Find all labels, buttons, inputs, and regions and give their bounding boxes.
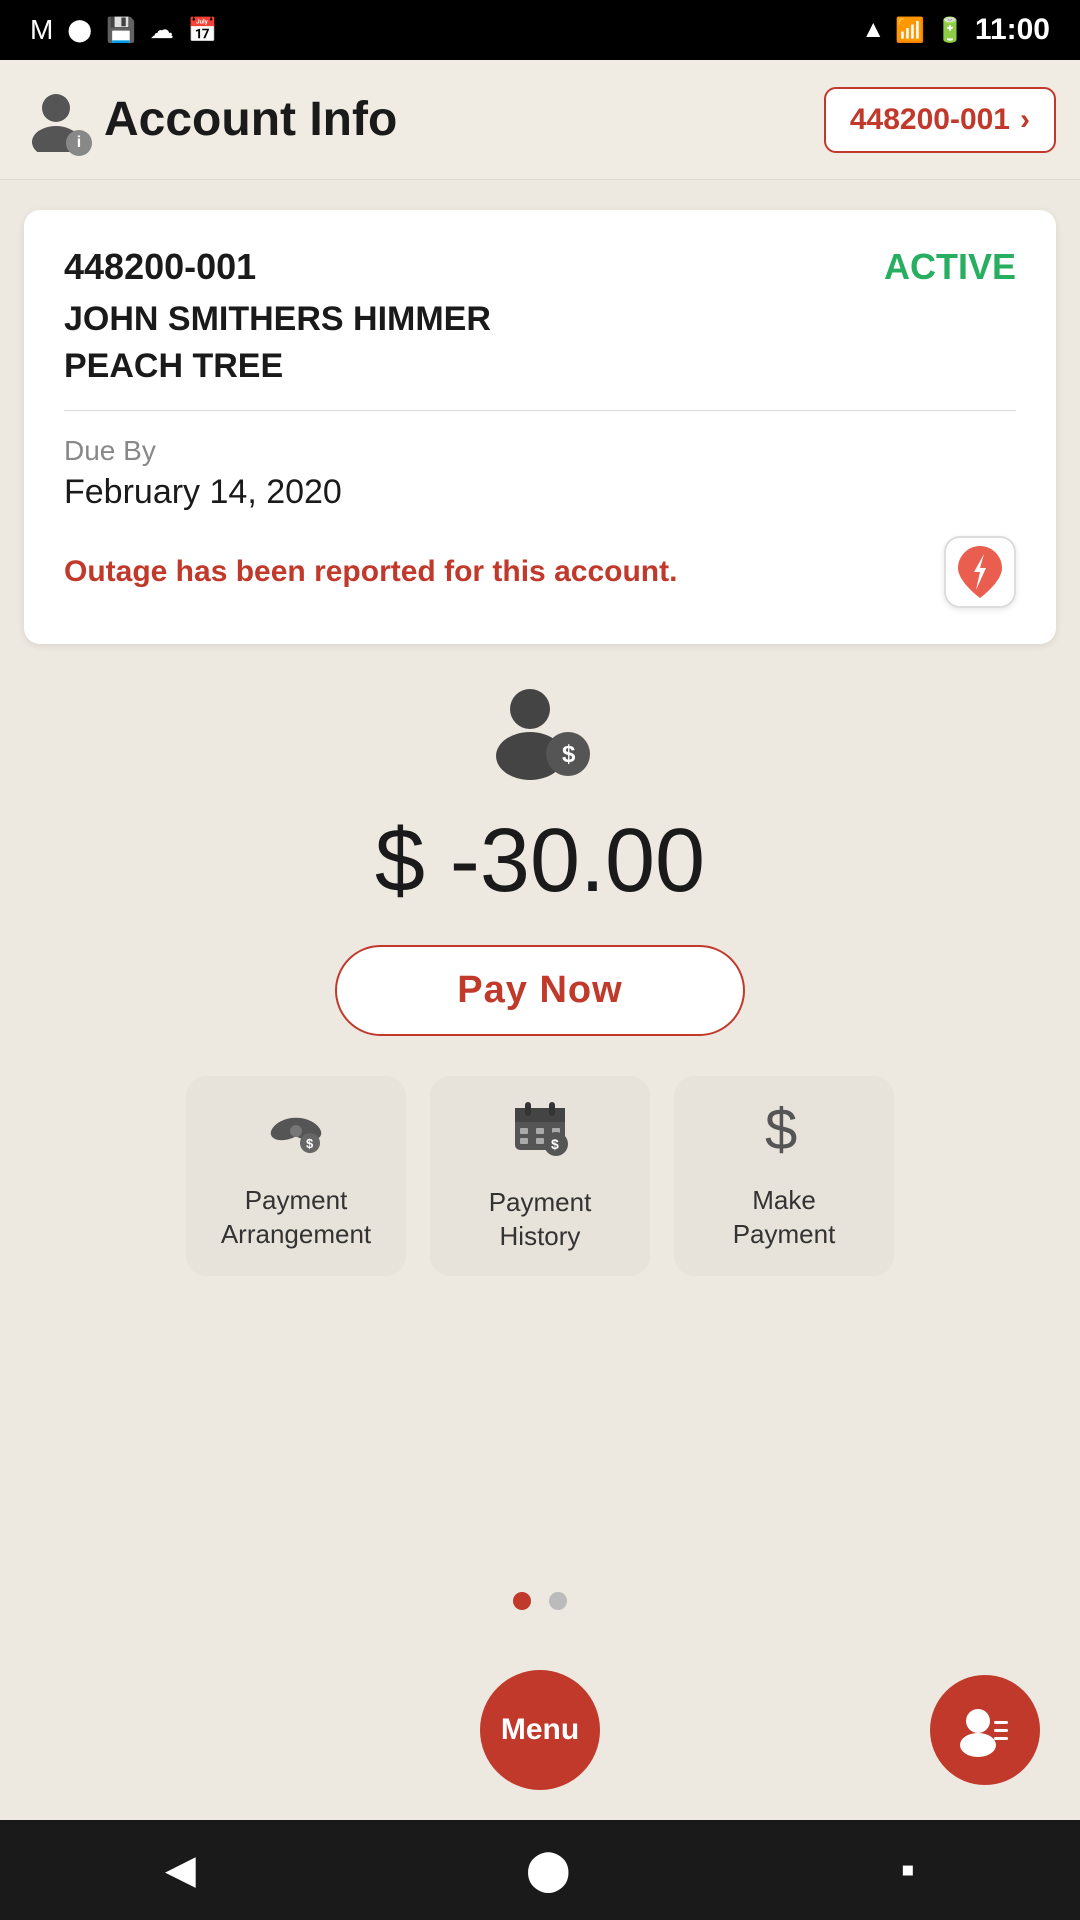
pay-now-button[interactable]: Pay Now xyxy=(335,945,744,1036)
page-dot-2 xyxy=(549,1592,567,1610)
account-number-header: 448200-001 xyxy=(850,103,1010,137)
calendar-svg: $ xyxy=(510,1098,570,1158)
main-content: 448200-001 ACTIVE JOHN SMITHERS HIMMER P… xyxy=(0,180,1080,1640)
due-by-date: February 14, 2020 xyxy=(64,473,1016,512)
pay-now-label: Pay Now xyxy=(457,969,622,1011)
status-right: ▲ 📶 🔋 11:00 xyxy=(861,13,1050,47)
page-title: Account Info xyxy=(104,92,397,147)
svg-text:$: $ xyxy=(562,741,576,768)
chevron-right-icon: › xyxy=(1020,103,1030,137)
payment-arrangement-button[interactable]: $ PaymentArrangement xyxy=(186,1076,406,1276)
account-selector-button[interactable]: 448200-001 › xyxy=(824,87,1056,153)
outage-pin-icon xyxy=(958,546,1002,598)
dollar-sign-icon: $ xyxy=(757,1101,812,1168)
action-buttons-row: $ PaymentArrangement xyxy=(186,1076,894,1276)
status-bar: M ⬤ 💾 ☁ 📅 ▲ 📶 🔋 11:00 xyxy=(0,0,1080,60)
make-payment-button[interactable]: $ MakePayment xyxy=(674,1076,894,1276)
status-icons-left: M ⬤ 💾 ☁ 📅 xyxy=(30,14,218,46)
svg-text:$: $ xyxy=(551,1136,559,1152)
header: i Account Info 448200-001 › xyxy=(0,60,1080,180)
gmail-icon: M xyxy=(30,14,53,46)
account-location: PEACH TREE xyxy=(64,347,1016,411)
outage-report-button[interactable] xyxy=(944,536,1016,608)
account-card-header: 448200-001 ACTIVE xyxy=(64,246,1016,288)
calendar-dollar-icon: $ xyxy=(510,1098,570,1170)
header-left: i Account Info xyxy=(24,88,397,152)
signal-icon: 📶 xyxy=(895,16,925,45)
time-display: 11:00 xyxy=(975,13,1050,47)
bottom-action-area: Menu xyxy=(0,1640,1080,1820)
menu-button[interactable]: Menu xyxy=(480,1670,600,1790)
record-icon: ⬤ xyxy=(67,17,92,43)
home-nav-icon[interactable]: ⬤ xyxy=(526,1847,571,1893)
due-by-label: Due By xyxy=(64,435,1016,467)
handshake-icon: $ xyxy=(266,1101,326,1168)
outage-message: Outage has been reported for this accoun… xyxy=(64,555,944,589)
page-dots xyxy=(513,1592,567,1610)
payment-history-button[interactable]: $ PaymentHistory xyxy=(430,1076,650,1276)
outage-row: Outage has been reported for this accoun… xyxy=(64,536,1016,608)
account-card: 448200-001 ACTIVE JOHN SMITHERS HIMMER P… xyxy=(24,210,1056,644)
info-badge: i xyxy=(66,130,92,156)
payment-history-label: PaymentHistory xyxy=(489,1186,592,1254)
page-dot-1 xyxy=(513,1592,531,1610)
handshake-svg: $ xyxy=(266,1101,326,1156)
contact-icon xyxy=(958,1703,1012,1757)
account-status: ACTIVE xyxy=(884,246,1016,288)
contact-button[interactable] xyxy=(930,1675,1040,1785)
cloud-icon: ☁ xyxy=(150,16,174,45)
customer-name: JOHN SMITHERS HIMMER xyxy=(64,300,1016,339)
balance-amount: $ -30.00 xyxy=(375,810,705,913)
svg-text:$: $ xyxy=(306,1136,314,1151)
make-payment-label: MakePayment xyxy=(733,1184,836,1252)
recent-nav-icon[interactable]: ▪ xyxy=(901,1848,915,1893)
bottom-nav: ◀ ⬤ ▪ xyxy=(0,1820,1080,1920)
wifi-icon: ▲ xyxy=(861,16,885,44)
dollar-svg: $ xyxy=(757,1101,812,1156)
back-nav-icon[interactable]: ◀ xyxy=(165,1847,196,1893)
account-number-card: 448200-001 xyxy=(64,246,256,288)
calendar-status-icon: 📅 xyxy=(188,16,218,45)
svg-text:$: $ xyxy=(765,1101,797,1156)
account-avatar: i xyxy=(24,88,88,152)
menu-label: Menu xyxy=(501,1713,579,1747)
save-icon: 💾 xyxy=(106,16,136,45)
balance-icon-container: $ xyxy=(480,684,600,794)
battery-icon: 🔋 xyxy=(935,16,965,45)
balance-person-icon: $ xyxy=(480,684,600,794)
balance-section: $ $ -30.00 Pay Now xyxy=(335,684,744,1036)
payment-arrangement-label: PaymentArrangement xyxy=(221,1184,371,1252)
